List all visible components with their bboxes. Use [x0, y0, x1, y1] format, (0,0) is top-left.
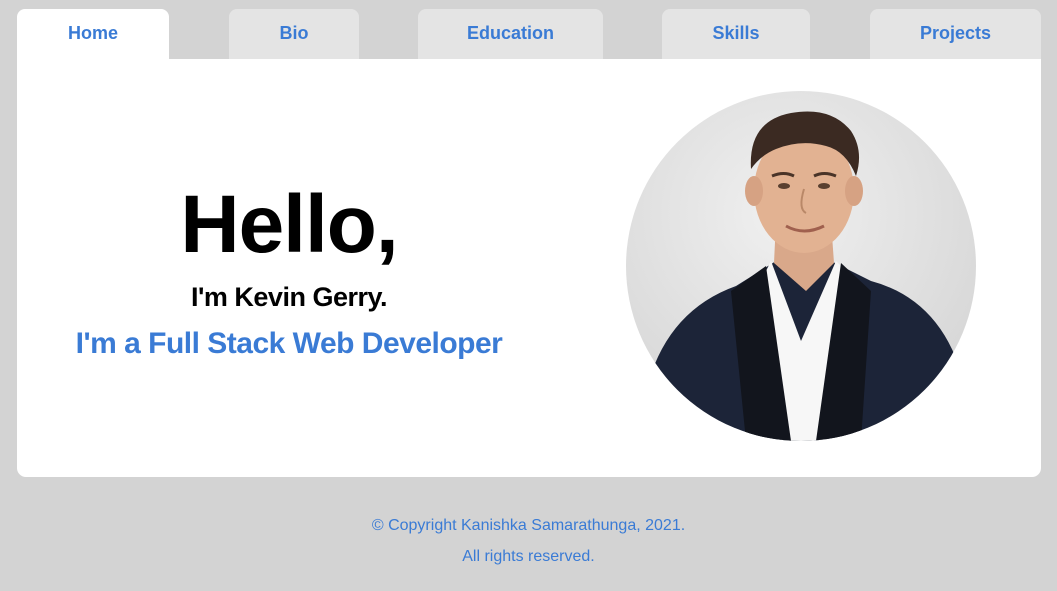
rights-text: All rights reserved. — [462, 548, 595, 565]
portrait-illustration — [646, 111, 966, 441]
role-line: I'm a Full Stack Web Developer — [75, 327, 503, 360]
tab-home[interactable]: Home — [17, 9, 169, 59]
tab-skills[interactable]: Skills — [662, 9, 810, 59]
intro-section: Hello, I'm Kevin Gerry. I'm a Full Stack… — [17, 59, 561, 477]
tab-bio[interactable]: Bio — [229, 9, 359, 59]
page-footer: © Copyright Kanishka Samarathunga, 2021.… — [0, 510, 1057, 572]
tab-projects[interactable]: Projects — [870, 9, 1041, 59]
tab-education[interactable]: Education — [418, 9, 603, 59]
home-panel: Hello, I'm Kevin Gerry. I'm a Full Stack… — [17, 59, 1041, 477]
greeting-heading: Hello, — [180, 179, 398, 270]
name-line: I'm Kevin Gerry. — [190, 282, 388, 312]
profile-photo — [626, 91, 976, 441]
copyright-text: © Copyright Kanishka Samarathunga, 2021. — [371, 517, 686, 534]
nav-tabs: Home Bio Education Skills Projects — [0, 9, 1057, 59]
